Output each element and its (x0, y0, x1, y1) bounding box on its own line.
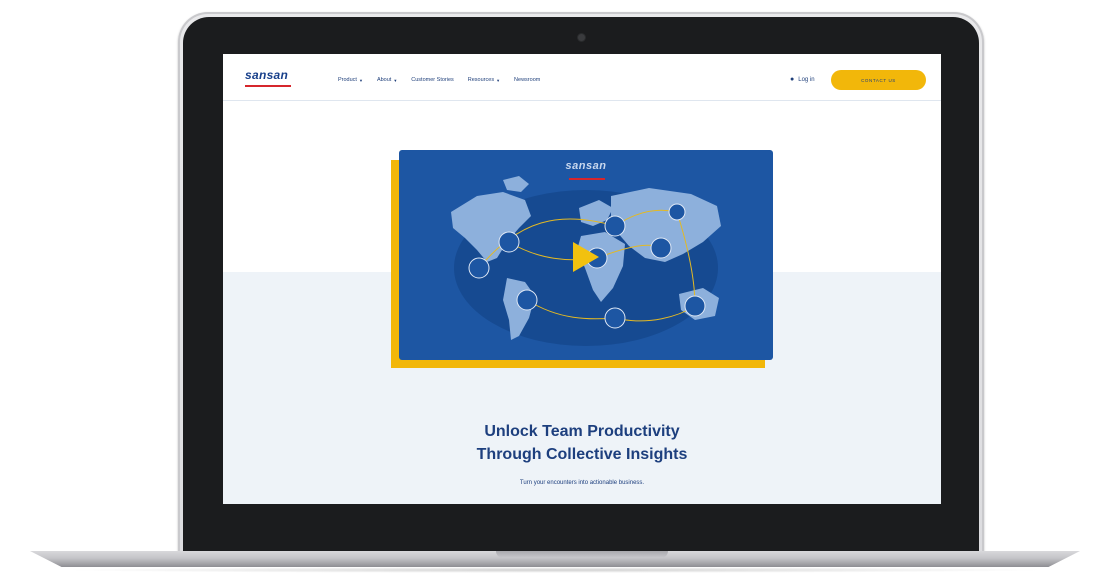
laptop-shadow (60, 567, 1050, 573)
video-player[interactable]: sansan (399, 150, 773, 360)
logo-text: sansan (245, 68, 289, 82)
world-map-illustration (451, 176, 721, 346)
nav-item-label: Customer Stories (411, 77, 454, 83)
caret-down-icon: ▼ (393, 77, 398, 83)
nav-item-resources[interactable]: Resources ▼ (468, 77, 500, 83)
nav-item-label: Resources (467, 77, 495, 83)
nav-item-product[interactable]: Product ▼ (338, 77, 363, 83)
hero-subtitle: Turn your encounters into actionable bus… (519, 480, 645, 486)
sansan-logo[interactable]: sansan (245, 68, 291, 87)
continent-greenland (503, 176, 529, 192)
video-brand-underline (569, 178, 605, 180)
hero-title-line-2: Through Collective Insights (476, 446, 688, 463)
hero-title-line-1: Unlock Team Productivity (484, 423, 680, 440)
site-header: sansan Product ▼ About ▼ Customer Storie… (223, 54, 941, 101)
laptop-notch (496, 551, 668, 558)
nav-item-label: About (376, 77, 392, 83)
website-screen: sansan Product ▼ About ▼ Customer Storie… (223, 54, 941, 504)
main-nav: Product ▼ About ▼ Customer Stories Resou… (338, 77, 540, 83)
nav-item-label: Newsroom (514, 77, 541, 83)
hero-title: Unlock Team Productivity Through Collect… (223, 420, 941, 466)
user-icon: ● (790, 76, 795, 83)
caret-down-icon: ▼ (358, 77, 363, 83)
contact-us-button[interactable]: CONTACT US (831, 70, 926, 90)
video-brand-logo: sansan (565, 160, 607, 172)
nav-item-about[interactable]: About ▼ (377, 77, 397, 83)
caret-down-icon: ▼ (496, 77, 501, 83)
login-link[interactable]: ● Log in (790, 76, 815, 83)
nav-item-newsroom[interactable]: Newsroom (514, 77, 540, 83)
nav-item-label: Product (338, 77, 357, 83)
logo-underline (245, 85, 291, 87)
login-label: Log in (798, 76, 815, 83)
webcam (578, 34, 585, 41)
nav-item-customer-stories[interactable]: Customer Stories (411, 77, 454, 83)
